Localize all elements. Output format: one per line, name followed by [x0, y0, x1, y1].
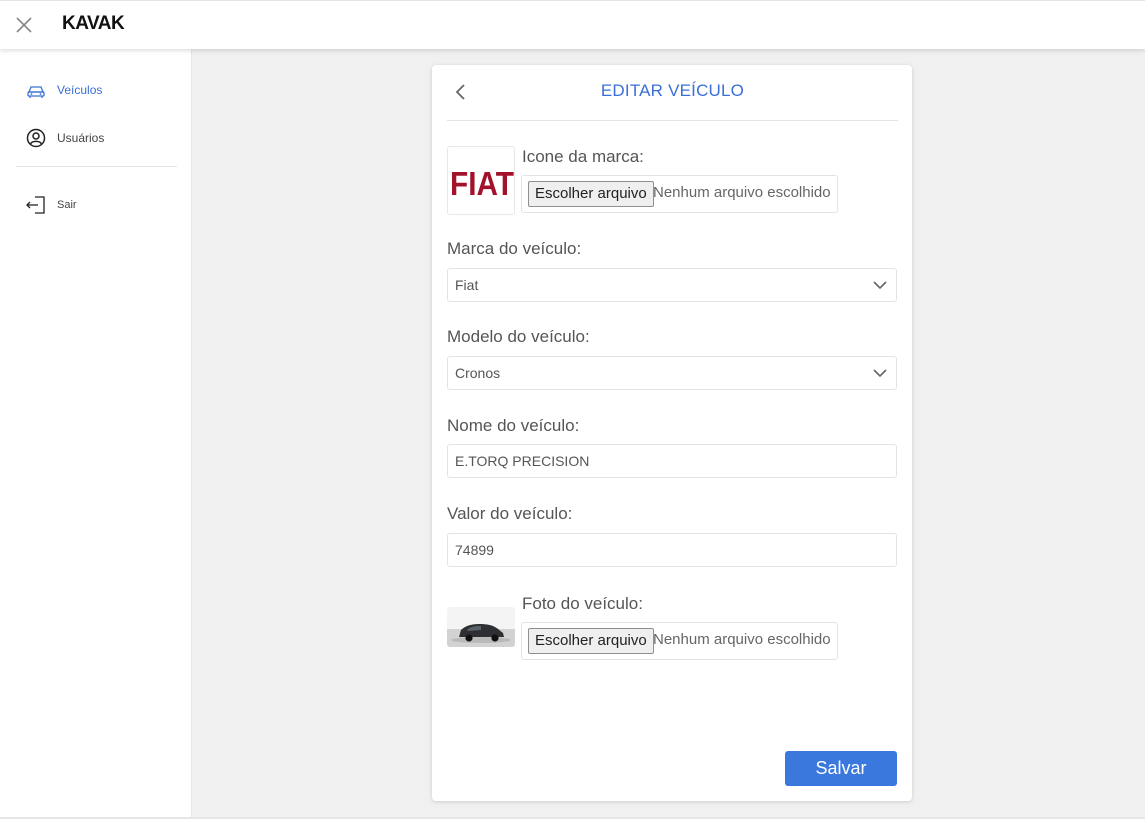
name-label: Nome do veículo: — [447, 416, 580, 435]
car-photo — [447, 607, 515, 647]
price-input[interactable]: 74899 — [447, 533, 897, 567]
sidebar-divider — [16, 166, 177, 167]
brand-icon-label: Icone da marca: — [522, 147, 644, 166]
svg-text:FIAT: FIAT — [450, 165, 514, 202]
choose-file-button[interactable]: Escolher arquivo — [528, 181, 654, 207]
brand-label: Marca do veículo: — [447, 239, 582, 258]
sidebar-item-label: Usuários — [57, 131, 105, 145]
logout-icon — [25, 194, 47, 216]
file-status: Nenhum arquivo escolhido — [653, 184, 831, 201]
choose-file-button[interactable]: Escolher arquivo — [528, 628, 654, 654]
card-header: EDITAR VEÍCULO — [447, 65, 898, 121]
brand-select-value: Fiat — [455, 277, 479, 293]
sidebar-item-veiculos[interactable]: Veículos — [25, 79, 102, 101]
price-input-value: 74899 — [455, 542, 494, 558]
vehicle-photo-preview — [447, 607, 515, 647]
car-icon — [25, 79, 47, 101]
close-icon[interactable] — [14, 15, 34, 35]
page-title: EDITAR VEÍCULO — [600, 81, 745, 100]
sidebar-item-label: Sair — [57, 199, 77, 211]
photo-label: Foto do veículo: — [522, 594, 643, 613]
sidebar: Veículos Usuários Sair — [0, 49, 192, 819]
brand-select[interactable]: Fiat — [447, 268, 897, 302]
model-select-value: Cronos — [455, 365, 501, 381]
photo-file-input[interactable]: Escolher arquivo Nenhum arquivo escolhid… — [521, 622, 838, 660]
file-status: Nenhum arquivo escolhido — [653, 631, 831, 648]
sidebar-item-sair[interactable]: Sair — [25, 194, 77, 216]
model-label: Modelo do veículo: — [447, 327, 590, 346]
brand-icon-preview: FIAT — [447, 146, 515, 215]
fiat-logo: FIAT — [450, 165, 514, 202]
chevron-down-icon — [873, 369, 887, 378]
user-circle-icon — [25, 127, 47, 149]
sidebar-item-label: Veículos — [57, 83, 103, 97]
name-input[interactable]: E.TORQ PRECISION — [447, 444, 897, 478]
chevron-down-icon — [873, 281, 887, 290]
model-select[interactable]: Cronos — [447, 356, 897, 390]
name-input-value: E.TORQ PRECISION — [455, 453, 590, 469]
save-button[interactable]: Salvar — [785, 751, 897, 786]
kavak-logo[interactable]: KAVAK — [62, 13, 125, 35]
main-content: EDITAR VEÍCULO FIAT Icone da marca: Esco… — [193, 49, 1145, 819]
edit-vehicle-card: EDITAR VEÍCULO FIAT Icone da marca: Esco… — [432, 65, 912, 801]
top-bar: KAVAK — [0, 0, 1145, 49]
brand-icon-file-input[interactable]: Escolher arquivo Nenhum arquivo escolhid… — [521, 175, 838, 213]
sidebar-item-usuarios[interactable]: Usuários — [25, 127, 104, 149]
price-label: Valor do veículo: — [447, 504, 573, 523]
